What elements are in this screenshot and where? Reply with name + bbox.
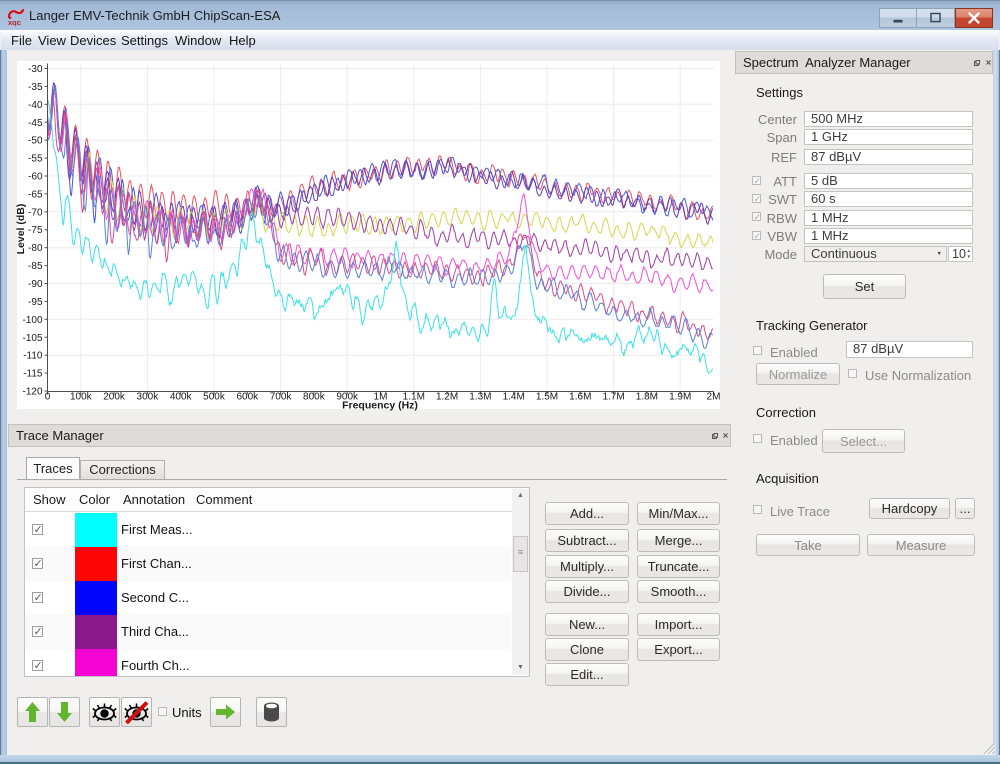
svg-text:1.6M: 1.6M	[569, 392, 591, 403]
svg-text:Level (dB): Level (dB)	[15, 204, 27, 255]
svg-text:1.4M: 1.4M	[503, 392, 525, 403]
svg-text:-75: -75	[28, 225, 43, 236]
svg-text:2M: 2M	[707, 392, 721, 403]
svg-text:-95: -95	[28, 297, 43, 308]
svg-text:1.5M: 1.5M	[536, 392, 558, 403]
svg-text:-40: -40	[28, 100, 43, 111]
svg-text:1.3M: 1.3M	[469, 392, 491, 403]
svg-text:400k: 400k	[170, 392, 193, 403]
svg-text:500k: 500k	[203, 392, 226, 403]
svg-text:Frequency (Hz): Frequency (Hz)	[342, 400, 418, 412]
svg-text:-50: -50	[28, 136, 43, 147]
svg-text:-110: -110	[23, 351, 43, 362]
svg-text:800k: 800k	[303, 392, 326, 403]
svg-text:-55: -55	[28, 154, 43, 165]
svg-text:300k: 300k	[137, 392, 160, 403]
svg-text:-80: -80	[28, 243, 43, 254]
svg-text:0: 0	[45, 392, 51, 403]
svg-text:-100: -100	[22, 315, 42, 326]
svg-text:200k: 200k	[103, 392, 126, 403]
svg-text:-85: -85	[28, 261, 43, 272]
svg-text:1.2M: 1.2M	[436, 392, 458, 403]
svg-text:-70: -70	[28, 207, 43, 218]
svg-text:-65: -65	[28, 189, 43, 200]
svg-text:-115: -115	[23, 369, 43, 380]
svg-text:700k: 700k	[270, 392, 293, 403]
svg-text:-45: -45	[28, 118, 43, 129]
svg-text:-60: -60	[28, 172, 43, 183]
svg-text:1.8M: 1.8M	[636, 392, 658, 403]
svg-text:100k: 100k	[70, 392, 93, 403]
svg-text:-105: -105	[22, 333, 42, 344]
svg-text:-35: -35	[28, 82, 43, 93]
svg-text:1.7M: 1.7M	[602, 392, 624, 403]
svg-text:-90: -90	[28, 279, 43, 290]
svg-text:600k: 600k	[236, 392, 259, 403]
svg-text:-30: -30	[28, 64, 43, 75]
svg-text:-120: -120	[22, 387, 42, 398]
svg-text:1.9M: 1.9M	[669, 392, 691, 403]
